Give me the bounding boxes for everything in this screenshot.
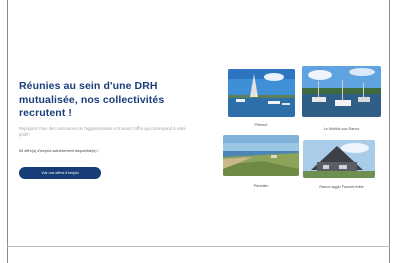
- window-edge-right: [389, 0, 390, 263]
- commune-card[interactable]: Rance agglo Faoulet flotte: [302, 140, 381, 196]
- commune-card[interactable]: Le Minihic-sur-Rance: [302, 66, 381, 133]
- card-caption: Pléneuf: [254, 123, 268, 127]
- harbor-photo-icon: [228, 69, 295, 117]
- card-caption: Le Minihic-sur-Rance: [323, 127, 360, 131]
- commune-card[interactable]: Pléneuf: [226, 69, 296, 133]
- card-caption: Pénéstin: [253, 184, 269, 188]
- building-photo-icon: [303, 140, 375, 178]
- offers-count-text: 65 offre(s) d'emploi actuellement dispon…: [19, 149, 99, 153]
- card-caption: Rance agglo Faoulet flotte: [319, 185, 364, 189]
- commune-card[interactable]: Pénéstin: [223, 135, 299, 190]
- hero-intro: Rejoignez l'une des communes de l'agglom…: [19, 126, 186, 138]
- coast-photo-icon: [223, 135, 299, 176]
- boats-photo-icon: [302, 66, 381, 117]
- window-edge-bottom: [7, 246, 390, 247]
- page: Réunies au sein d'une DRH mutualisée, no…: [0, 0, 397, 263]
- window-edge-left: [7, 0, 8, 263]
- view-offers-button[interactable]: Voir nos offres d'emploi: [19, 167, 101, 179]
- hero-title: Réunies au sein d'une DRH mutualisée, no…: [19, 80, 165, 119]
